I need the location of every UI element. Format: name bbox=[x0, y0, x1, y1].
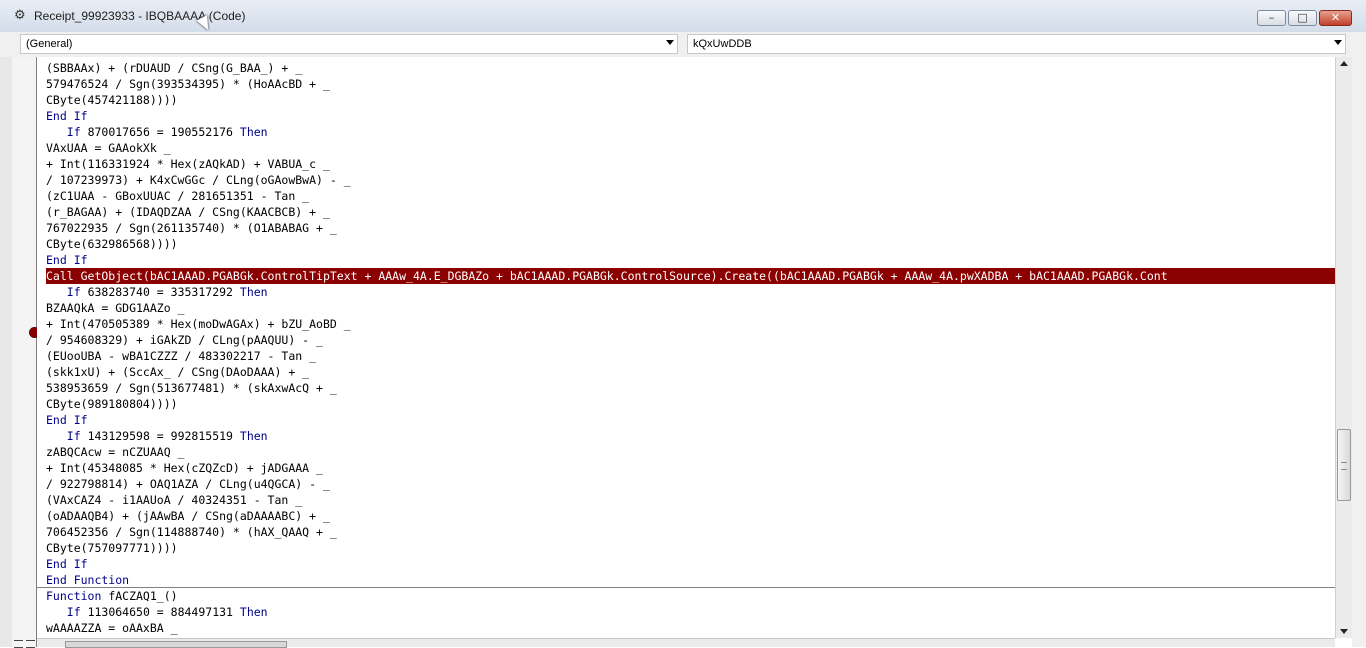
code-line[interactable]: (r_BAGAA) + (IDAQDZAA / CSng(KAACBCB) + … bbox=[46, 204, 330, 220]
code-line[interactable]: (EUooUBA - wBA1CZZZ / 483302217 - Tan _ bbox=[46, 348, 316, 364]
code-line[interactable]: End If bbox=[46, 252, 88, 268]
code-line[interactable]: Function fACZAQ1_() bbox=[46, 588, 178, 604]
code-line[interactable]: End If bbox=[46, 556, 88, 572]
maximize-button[interactable]: □ bbox=[1288, 10, 1317, 26]
code-line[interactable]: 538953659 / Sgn(513677481) * (skAxwAcQ +… bbox=[46, 380, 337, 396]
grip-icon bbox=[1341, 462, 1347, 470]
code-editor[interactable]: (SBBAAx) + (rDUAUD / CSng(G_BAA_) + _ 579… bbox=[37, 57, 1335, 638]
code-line[interactable]: zABQCAcw = nCZUAAQ _ bbox=[46, 444, 184, 460]
procedure-dropdown[interactable]: kQxUwDDB bbox=[687, 34, 1346, 54]
maximize-icon: □ bbox=[1297, 11, 1308, 24]
code-line[interactable]: End If bbox=[46, 412, 88, 428]
code-line[interactable]: (skk1xU) + (SccAx_ / CSng(DAoDAAA) + _ bbox=[46, 364, 309, 380]
margin-indicator-bar[interactable] bbox=[12, 57, 40, 647]
minimize-icon: – bbox=[1268, 11, 1275, 24]
code-line[interactable]: 706452356 / Sgn(114888740) * (hAX_QAAQ +… bbox=[46, 524, 337, 540]
code-line[interactable]: wAAAAZZA = oAAxBA _ bbox=[46, 620, 178, 636]
vertical-scrollbar[interactable] bbox=[1335, 57, 1352, 638]
window-title: Receipt_99923933 - IBQBAAAA (Code) bbox=[34, 9, 246, 23]
minimize-button[interactable]: – bbox=[1257, 10, 1286, 26]
code-line[interactable]: CByte(757097771)))) bbox=[46, 540, 178, 556]
code-line[interactable]: 767022935 / Sgn(261135740) * (O1ABABAG +… bbox=[46, 220, 337, 236]
code-line[interactable]: / 954608329) + iGAkZD / CLng(pAAQUU) - _ bbox=[46, 332, 323, 348]
code-line[interactable]: CByte(457421188)))) bbox=[46, 92, 178, 108]
close-icon: ✕ bbox=[1330, 11, 1341, 24]
code-line[interactable]: + Int(116331924 * Hex(zAQkAD) + VABUA_c … bbox=[46, 156, 330, 172]
code-line[interactable]: If 113064650 = 884497131 Then bbox=[46, 604, 268, 620]
view-toggle[interactable] bbox=[14, 639, 38, 648]
code-line[interactable]: / 922798814) + OAQ1AZA / CLng(u4QGCA) - … bbox=[46, 476, 330, 492]
chevron-down-icon[interactable] bbox=[1334, 40, 1342, 45]
code-line[interactable]: / 107239973) + K4xCwGGc / CLng(oGAowBwA)… bbox=[46, 172, 351, 188]
vba-code-window-icon: ⚙ bbox=[14, 8, 26, 23]
code-line[interactable]: If 638283740 = 335317292 Then bbox=[46, 284, 268, 300]
code-line[interactable]: If 143129598 = 992815519 Then bbox=[46, 428, 268, 444]
code-line[interactable]: + Int(470505389 * Hex(moDwAGAx) + bZU_Ao… bbox=[46, 316, 351, 332]
scroll-up-icon[interactable] bbox=[1340, 61, 1348, 66]
window-right-edge bbox=[1352, 57, 1366, 647]
chevron-down-icon[interactable] bbox=[666, 40, 674, 45]
scroll-thumb[interactable] bbox=[1337, 429, 1351, 501]
object-dropdown[interactable]: (General) bbox=[20, 34, 678, 54]
code-line[interactable]: CByte(989180804)))) bbox=[46, 396, 178, 412]
object-procedure-bar: (General) kQxUwDDB bbox=[0, 32, 1366, 57]
code-line[interactable]: End Function bbox=[46, 572, 129, 588]
code-line[interactable]: If 870017656 = 190552176 Then bbox=[46, 124, 268, 140]
code-line[interactable]: (VAxCAZ4 - i1AAUoA / 40324351 - Tan _ bbox=[46, 492, 302, 508]
code-line[interactable]: VAxUAA = GAAokXk _ bbox=[46, 140, 171, 156]
scroll-down-icon[interactable] bbox=[1340, 629, 1348, 634]
code-line[interactable]: + Int(45348085 * Hex(cZQZcD) + jADGAAA _ bbox=[46, 460, 323, 476]
procedure-separator bbox=[37, 587, 1335, 588]
close-button[interactable]: ✕ bbox=[1319, 10, 1352, 26]
code-line[interactable]: (SBBAAx) + (rDUAUD / CSng(G_BAA_) + _ bbox=[46, 60, 302, 76]
procedure-dropdown-value: kQxUwDDB bbox=[693, 38, 752, 50]
code-line[interactable]: CByte(632986568)))) bbox=[46, 236, 178, 252]
code-line[interactable]: End If bbox=[46, 108, 88, 124]
horizontal-scrollbar[interactable] bbox=[37, 638, 1335, 648]
code-line[interactable]: (zC1UAA - GBoxUUAC / 281651351 - Tan _ bbox=[46, 188, 309, 204]
code-line[interactable]: BZAAQkA = GDG1AAZo _ bbox=[46, 300, 184, 316]
highlighted-code-line[interactable]: Call GetObject(bAC1AAAD.PGABGk.ControlTi… bbox=[46, 268, 1335, 284]
code-line[interactable]: (oADAAQB4) + (jAAwBA / CSng(aDAAAABC) + … bbox=[46, 508, 330, 524]
code-line[interactable]: 579476524 / Sgn(393534395) * (HoAAcBD + … bbox=[46, 76, 330, 92]
object-dropdown-value: (General) bbox=[26, 38, 73, 50]
